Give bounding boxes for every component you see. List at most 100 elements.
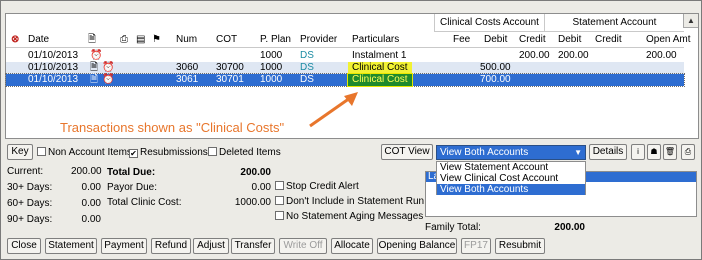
family-icon[interactable]: ☗ <box>647 144 661 160</box>
col-particulars[interactable]: Particulars <box>352 32 399 48</box>
transactions-grid[interactable]: ▲ Clinical Costs Account Statement Accou… <box>5 13 699 139</box>
grid-header-row: ⊗ Date 🗎 ⎙ ▤ ⚑ Num COT P. Plan Provider … <box>6 32 690 48</box>
view-select-value: View Both Accounts <box>440 147 529 158</box>
statement-button[interactable]: Statement <box>45 238 97 254</box>
write-off-button[interactable]: Write Off <box>279 238 327 254</box>
cell-particulars: Instalment 1 <box>352 50 407 61</box>
aging-30-label: 30+ Days: <box>7 182 53 193</box>
chevron-down-icon: ▼ <box>574 148 582 157</box>
resubmissions-checkbox[interactable]: ✔ Resubmissions <box>129 147 208 159</box>
col-statement-debit[interactable]: Debit <box>558 32 581 48</box>
col-date[interactable]: Date <box>28 32 49 48</box>
col-cot[interactable]: COT <box>216 32 237 48</box>
checkbox-checked-icon: ✔ <box>129 149 138 158</box>
non-account-items-checkbox[interactable]: Non Account Items <box>37 147 132 159</box>
adjust-button[interactable]: Adjust <box>193 238 229 254</box>
cell-debit: 700.00 <box>480 74 511 85</box>
aging-90-label: 90+ Days: <box>7 214 53 225</box>
checkbox-empty-icon <box>208 147 217 156</box>
col-statement-credit[interactable]: Credit <box>595 32 622 48</box>
aging-current-value: 200.00 <box>71 166 102 177</box>
payment-button[interactable]: Payment <box>101 238 147 254</box>
view-option-statement[interactable]: View Statement Account <box>437 162 585 173</box>
resubmit-button[interactable]: Resubmit <box>495 238 545 254</box>
statement-group-header: Statement Account <box>544 14 684 32</box>
cell-cot: 30701 <box>216 74 244 85</box>
key-button[interactable]: Key <box>7 144 33 160</box>
aging-60-label: 60+ Days: <box>7 198 53 209</box>
view-options-dropdown[interactable]: View Statement Account View Clinical Cos… <box>436 161 586 195</box>
cell-provider: DS <box>300 50 314 61</box>
alarm-icon: ⏰ <box>102 74 115 85</box>
col-debit[interactable]: Debit <box>484 32 507 48</box>
cell-particulars: Clinical Cost <box>348 62 412 74</box>
total-due-label: Total Due: <box>107 167 156 178</box>
cell-num: 3060 <box>176 62 199 73</box>
stop-credit-alert-label: Stop Credit Alert <box>286 181 359 192</box>
print-icon[interactable]: ⎙ <box>681 144 695 160</box>
family-total-label: Family Total: <box>425 222 481 233</box>
table-row[interactable]: 01/10/2013 ⏰ 1000 DS Instalment 1 200.00… <box>6 50 684 62</box>
cell-date: 01/10/2013 <box>28 74 79 85</box>
no-aging-messages-checkbox[interactable]: No Statement Aging Messages <box>275 211 423 223</box>
cell-pplan: 1000 <box>260 62 283 73</box>
deleted-items-checkbox[interactable]: Deleted Items <box>208 147 281 159</box>
checkbox-empty-icon <box>37 147 46 156</box>
dont-include-statement-checkbox[interactable]: Don't Include in Statement Run <box>275 196 424 208</box>
cell-date: 01/10/2013 <box>28 50 79 61</box>
col-pplan[interactable]: P. Plan <box>260 32 291 48</box>
lock-icon: ▤ <box>136 34 146 45</box>
document-icon: 🗎 <box>90 62 99 73</box>
col-open-amt[interactable]: Open Amt <box>646 32 690 48</box>
annotation-arrow-icon <box>309 92 358 128</box>
view-account-select[interactable]: View Both Accounts ▼ <box>436 145 586 160</box>
col-num[interactable]: Num <box>176 32 197 48</box>
payor-due-label: Payor Due: <box>107 182 158 193</box>
document-icon: 🗎 <box>88 34 97 45</box>
info-icon[interactable]: i <box>631 144 645 160</box>
cell-credit: 200.00 <box>519 50 550 61</box>
col-provider[interactable]: Provider <box>300 32 337 48</box>
cell-open-amt: 200.00 <box>646 50 677 61</box>
cot-view-button[interactable]: COT View <box>381 144 433 160</box>
printer-icon: ⎙ <box>120 34 128 45</box>
non-account-items-label: Non Account Items <box>48 147 132 158</box>
flag-icon: ⚑ <box>152 34 161 45</box>
cell-pplan: 1000 <box>260 74 283 85</box>
trash-icon[interactable]: 🗑 <box>663 144 677 160</box>
alarm-icon: ⏰ <box>90 50 103 61</box>
clinic-cost-value: 1000.00 <box>234 197 271 208</box>
cell-provider: DS <box>300 74 314 85</box>
transfer-button[interactable]: Transfer <box>231 238 275 254</box>
dont-include-statement-label: Don't Include in Statement Run <box>286 196 425 207</box>
family-total-value: 200.00 <box>554 222 585 233</box>
checkbox-empty-icon <box>275 211 284 220</box>
checkbox-empty-icon <box>275 196 284 205</box>
col-credit[interactable]: Credit <box>519 32 546 48</box>
alarm-icon: ⏰ <box>102 62 115 73</box>
close-button[interactable]: Close <box>7 238 41 254</box>
allocate-button[interactable]: Allocate <box>331 238 373 254</box>
document-icon: 🗎 <box>90 74 99 85</box>
annotation-text: Transactions shown as "Clinical Costs" <box>60 120 285 135</box>
table-row[interactable]: 01/10/2013 🗎 ⏰ 3060 30700 1000 DS Clinic… <box>6 62 684 74</box>
no-aging-messages-label: No Statement Aging Messages <box>286 211 424 222</box>
payor-due-value: 0.00 <box>251 182 271 193</box>
fp17-button[interactable]: FP17 <box>461 238 491 254</box>
aging-60-value: 0.00 <box>81 198 101 209</box>
details-button[interactable]: Details <box>589 144 627 160</box>
refund-button[interactable]: Refund <box>151 238 191 254</box>
clinic-cost-label: Total Clinic Cost: <box>107 197 182 208</box>
view-option-clinical[interactable]: View Clinical Cost Account <box>437 173 585 184</box>
opening-balance-button[interactable]: Opening Balance <box>377 238 457 254</box>
cell-pplan: 1000 <box>260 50 283 61</box>
clinical-costs-group-header: Clinical Costs Account <box>434 14 544 32</box>
resubmissions-label: Resubmissions <box>140 147 208 158</box>
table-row-selected[interactable]: 01/10/2013 🗎 ⏰ 3061 30701 1000 DS Clinic… <box>5 73 685 87</box>
scroll-up-arrow-icon[interactable]: ▲ <box>683 14 698 28</box>
stop-credit-alert-checkbox[interactable]: Stop Credit Alert <box>275 181 359 193</box>
cell-debit: 500.00 <box>480 62 511 73</box>
cell-num: 3061 <box>176 74 199 85</box>
col-fee[interactable]: Fee <box>453 32 470 48</box>
view-option-both[interactable]: View Both Accounts <box>437 184 585 195</box>
